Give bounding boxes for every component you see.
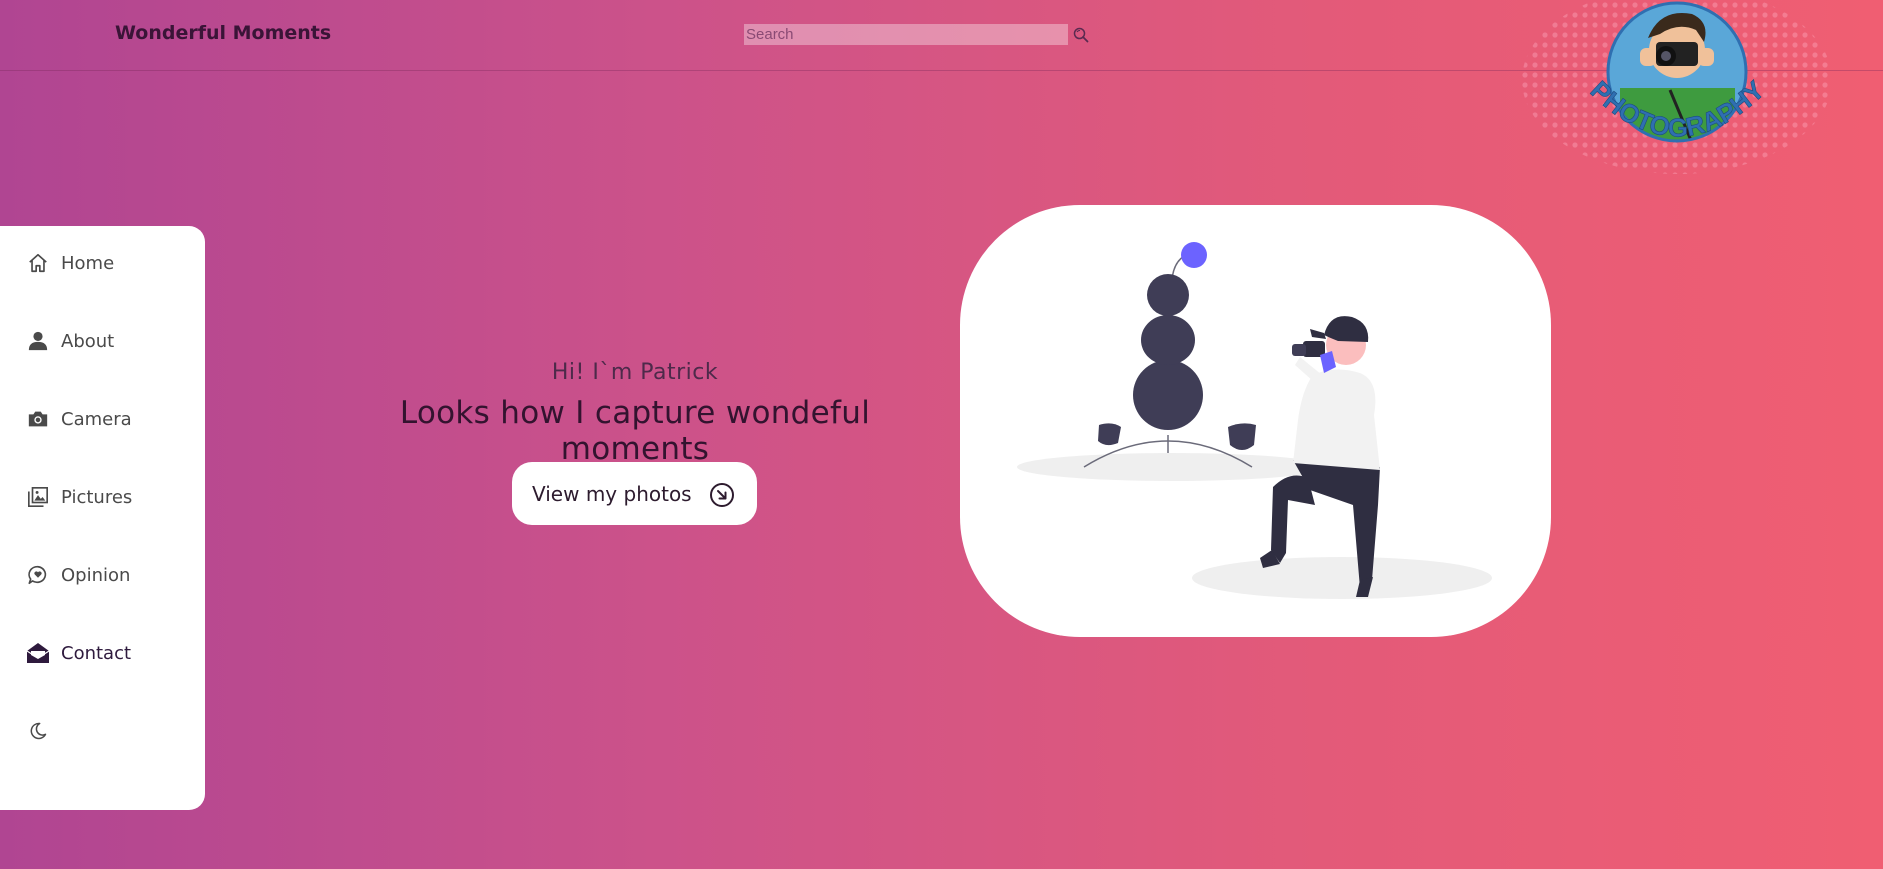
envelope-open-icon	[26, 641, 50, 665]
user-icon	[26, 329, 50, 353]
view-photos-button[interactable]: View my photos	[512, 462, 757, 525]
illustration-graphic	[1017, 242, 1492, 599]
sidebar-item-label: Contact	[61, 642, 132, 664]
brand-title[interactable]: Wonderful Moments	[115, 22, 331, 44]
hero-greeting: Hi! I`m Patrick	[551, 360, 719, 385]
top-header: Wonderful Moments Search PHOTOGRAPHY	[0, 0, 1883, 174]
sidebar-item-opinion[interactable]: Opinion	[26, 560, 130, 590]
sidebar-item-camera[interactable]: Camera	[26, 404, 132, 434]
sidebar-item-label: Camera	[61, 408, 132, 430]
sidebar-item-pictures[interactable]: Pictures	[26, 482, 132, 512]
sidebar-item-label: About	[61, 330, 115, 352]
photographer-illustration	[960, 205, 1551, 637]
sidebar-item-label: Opinion	[61, 564, 131, 586]
search-icon[interactable]	[1072, 26, 1090, 44]
sidebar-item-contact[interactable]: Contact	[26, 638, 131, 668]
sidebar-item-label: Pictures	[61, 486, 133, 508]
sidebar: Home About Camera Pictures Opinion Conta…	[0, 226, 205, 810]
sidebar-item-home[interactable]: Home	[26, 248, 114, 278]
moon-icon	[26, 719, 50, 743]
search-input[interactable]	[744, 24, 1068, 45]
images-icon	[26, 485, 50, 509]
home-icon	[26, 251, 50, 275]
camera-icon	[26, 407, 50, 431]
hero-text: Hi! I`m Patrick Looks how I capture wond…	[340, 360, 930, 467]
photography-logo[interactable]: PHOTOGRAPHY	[1520, 0, 1835, 178]
sidebar-item-about[interactable]: About	[26, 326, 114, 356]
hero-tagline: Looks how I capture wondeful moments	[399, 395, 871, 467]
sidebar-item-label: Home	[61, 252, 115, 274]
chat-heart-icon	[26, 563, 50, 587]
search-bar	[744, 24, 1089, 45]
theme-toggle[interactable]	[26, 716, 61, 746]
arrow-down-right-circle-icon	[710, 483, 734, 507]
view-photos-label: View my photos	[532, 481, 692, 506]
